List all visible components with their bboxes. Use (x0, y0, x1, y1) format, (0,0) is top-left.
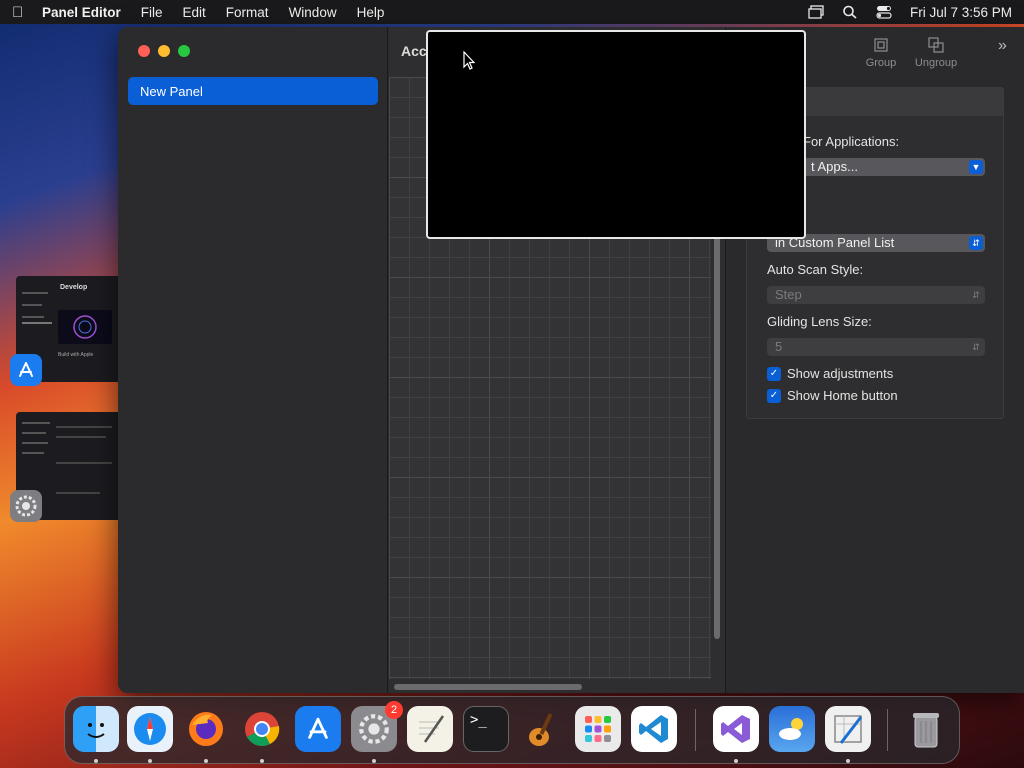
toolbar-group-button[interactable]: Group (861, 37, 901, 69)
close-window-button[interactable] (138, 45, 150, 57)
for-applications-label: For Applications: (803, 134, 900, 149)
terminal-icon[interactable]: >_ (463, 706, 509, 752)
system-settings-peek-icon[interactable] (10, 490, 42, 522)
auto-scan-style-label: Auto Scan Style: (767, 262, 864, 277)
app-store-peek-icon[interactable] (10, 354, 42, 386)
editor-title: Acc (401, 43, 427, 59)
background-window-caption: Build with Apple (58, 352, 94, 358)
garageband-icon[interactable] (519, 706, 565, 752)
menu-file[interactable]: File (141, 5, 163, 20)
show-home-button-checkbox[interactable]: ✓ (767, 388, 781, 403)
show-home-button-row[interactable]: ✓ Show Home button (767, 388, 898, 403)
panel-editor-icon[interactable] (825, 706, 871, 752)
spotlight-search-icon[interactable] (842, 5, 858, 19)
zoom-window-button[interactable] (178, 45, 190, 57)
horizontal-scrollbar[interactable] (394, 684, 582, 690)
menu-bar:  Panel Editor File Edit Format Window H… (0, 0, 1024, 24)
show-home-button-label: Show Home button (787, 388, 898, 403)
control-center-icon[interactable] (876, 5, 892, 19)
black-overlay-window[interactable] (426, 30, 806, 239)
minimize-window-button[interactable] (158, 45, 170, 57)
show-adjustments-checkbox[interactable]: ✓ (767, 366, 781, 381)
gliding-lens-size-value: 5 (775, 339, 783, 354)
weather-icon[interactable] (769, 706, 815, 752)
menu-window[interactable]: Window (289, 5, 337, 20)
auto-scan-style-value: Step (775, 287, 802, 302)
show-adjustments-label: Show adjustments (787, 366, 894, 381)
menu-edit[interactable]: Edit (183, 5, 206, 20)
chevron-updown-icon: ⇵ (972, 290, 980, 300)
app-store-icon[interactable] (295, 706, 341, 752)
safari-icon[interactable] (127, 706, 173, 752)
ungroup-icon (906, 37, 966, 57)
toolbar-group-label: Group (865, 57, 897, 69)
visual-studio-icon[interactable] (713, 706, 759, 752)
background-window-title: Develop (60, 284, 88, 291)
applications-popup-value: t Apps... (811, 159, 858, 174)
applications-popup[interactable]: t Apps... ▼ (803, 158, 985, 176)
menu-help[interactable]: Help (357, 5, 385, 20)
gliding-lens-size-popup[interactable]: 5 ⇵ (767, 338, 985, 356)
sidebar-item-new-panel[interactable]: New Panel (128, 77, 378, 105)
apple-menu-icon[interactable]:  (12, 4, 42, 21)
show-adjustments-row[interactable]: ✓ Show adjustments (767, 366, 893, 381)
toolbar-overflow-chevron-icon[interactable]: » (998, 37, 1007, 55)
toolbar-ungroup-label: Ungroup (914, 57, 958, 69)
textedit-icon[interactable] (407, 706, 453, 752)
launchpad-icon[interactable] (575, 706, 621, 752)
sidebar: New Panel (118, 27, 388, 693)
group-icon (861, 37, 901, 57)
mouse-cursor-icon (463, 51, 476, 70)
chevron-updown-icon: ⇵ (969, 236, 983, 250)
window-controls (138, 45, 190, 57)
window-switcher-icon[interactable] (808, 5, 824, 19)
gliding-lens-size-label: Gliding Lens Size: (767, 314, 872, 329)
chevron-down-icon: ▼ (969, 160, 983, 174)
dock: 2 >_ (64, 696, 960, 764)
chrome-icon[interactable] (239, 706, 285, 752)
menu-app-name[interactable]: Panel Editor (42, 5, 121, 20)
toolbar-ungroup-button[interactable]: Ungroup (906, 37, 966, 69)
menu-clock[interactable]: Fri Jul 7 3:56 PM (910, 5, 1012, 20)
vertical-scrollbar[interactable] (714, 237, 720, 639)
auto-scan-style-popup[interactable]: Step ⇵ (767, 286, 985, 304)
background-window-image (58, 310, 112, 344)
chevron-updown-icon: ⇵ (972, 342, 980, 352)
sidebar-item-label: New Panel (140, 84, 203, 99)
trash-icon[interactable] (903, 706, 949, 752)
vscode-icon[interactable] (631, 706, 677, 752)
firefox-icon[interactable] (183, 706, 229, 752)
menu-format[interactable]: Format (226, 5, 269, 20)
finder-icon[interactable] (73, 706, 119, 752)
system-settings-badge: 2 (385, 701, 403, 719)
